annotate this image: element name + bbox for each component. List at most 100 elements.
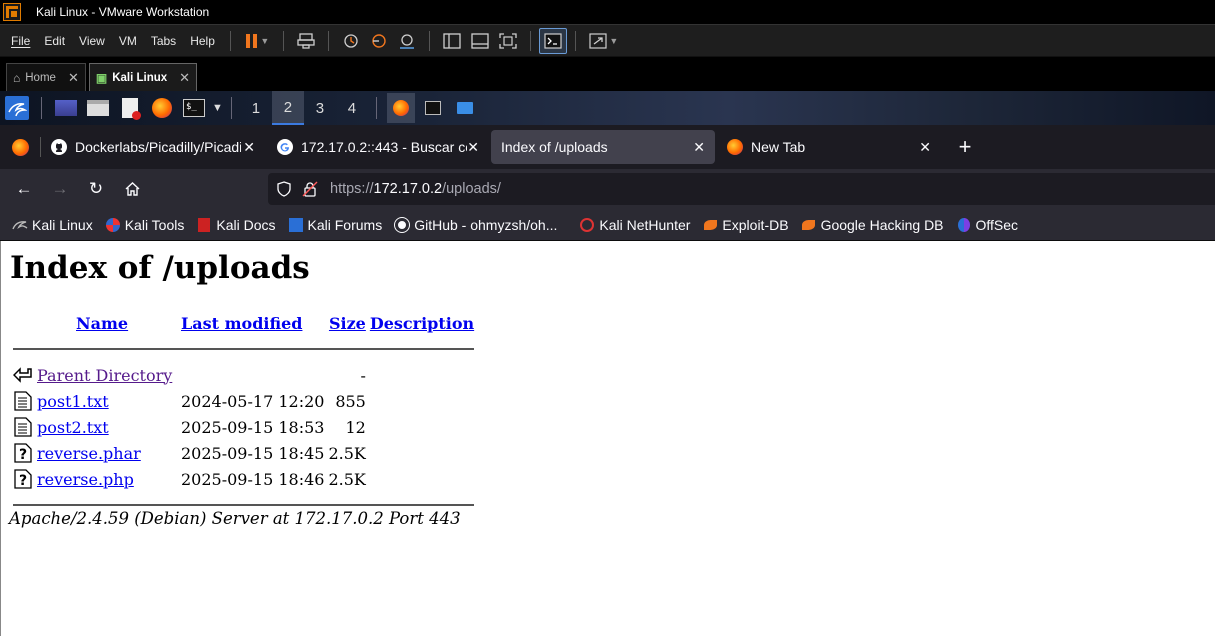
bookmark-kali-nethunter[interactable]: Kali NetHunter <box>573 212 696 238</box>
vmware-menu-bar: File Edit View VM Tabs Help ▼ ▼ <box>0 24 1215 57</box>
name-cell: reverse.phar <box>36 441 178 465</box>
bookmark-label: OffSec <box>975 216 1019 233</box>
forward-button[interactable]: → <box>42 173 78 205</box>
panel-divider <box>230 97 232 119</box>
bookmark-kali-docs[interactable]: Kali Docs <box>190 212 281 238</box>
console-view-icon[interactable] <box>538 27 567 54</box>
reload-button[interactable]: ↻ <box>78 173 114 205</box>
close-icon[interactable]: ✕ <box>68 70 79 86</box>
size-cell: 2.5K <box>328 443 366 463</box>
description-cell <box>369 389 475 413</box>
parent-directory-link[interactable]: Parent Directory <box>37 366 172 385</box>
workspace-2[interactable]: 2 <box>271 91 304 125</box>
lock-warning-icon[interactable] <box>302 181 318 197</box>
workspace-4[interactable]: 4 <box>336 91 368 125</box>
tab-index-uploads[interactable]: Index of /uploads ✕ <box>491 130 715 164</box>
exploit-db-icon <box>702 217 718 233</box>
workspace-1[interactable]: 1 <box>240 91 272 125</box>
vmware-title-bar: Kali Linux - VMware Workstation <box>0 0 1215 24</box>
icon-cell <box>12 363 34 387</box>
snapshot-icon[interactable] <box>337 28 365 54</box>
horizontal-rule <box>13 348 475 350</box>
description-column-header: Description <box>369 311 475 335</box>
firefox-icon <box>727 139 743 155</box>
revert-snapshot-icon[interactable] <box>365 28 393 54</box>
menu-view[interactable]: View <box>72 34 112 48</box>
sort-by-name-link[interactable]: Name <box>76 314 128 333</box>
file-link-reverse-php[interactable]: reverse.php <box>37 470 134 489</box>
menu-tabs[interactable]: Tabs <box>144 34 183 48</box>
menu-edit[interactable]: Edit <box>37 34 72 48</box>
new-tab-button[interactable]: + <box>947 131 983 163</box>
menu-file[interactable]: File <box>4 34 37 48</box>
firefox-icon[interactable] <box>150 96 174 120</box>
terminal-icon[interactable]: $_ <box>182 96 206 120</box>
url-path: /uploads/ <box>442 181 501 197</box>
table-row: ? reverse.phar 2025-09-15 18:45 2.5K <box>12 441 475 465</box>
file-link-post1[interactable]: post1.txt <box>37 392 109 411</box>
bookmark-label: GitHub - ohmyzsh/oh... <box>414 216 558 233</box>
tab-google-search[interactable]: 172.17.0.2::443 - Buscar con Google ✕ <box>267 130 489 164</box>
name-cell: reverse.php <box>36 467 178 491</box>
terminal-window-icon[interactable] <box>421 96 445 120</box>
sort-by-description-link[interactable]: Description <box>370 314 474 333</box>
description-cell <box>369 467 475 491</box>
close-tab-icon[interactable]: ✕ <box>467 139 479 156</box>
panel-divider <box>41 97 42 119</box>
pause-button[interactable]: ▼ <box>239 28 275 54</box>
tracking-protection-shield-icon[interactable] <box>276 181 292 197</box>
snapshot-manager-icon[interactable] <box>393 28 421 54</box>
back-button[interactable]: ← <box>6 173 42 205</box>
sort-by-modified-link[interactable]: Last modified <box>181 314 302 333</box>
tab-dockerlabs[interactable]: Dockerlabs/Picadilly/Picadilly ✕ <box>41 130 265 164</box>
bookmark-kali-linux[interactable]: Kali Linux <box>6 212 99 238</box>
show-desktop-icon[interactable] <box>54 96 78 120</box>
close-tab-icon[interactable]: ✕ <box>243 139 255 156</box>
bookmark-kali-tools[interactable]: Kali Tools <box>99 212 191 238</box>
sort-by-size-link[interactable]: Size <box>329 314 366 333</box>
description-cell <box>369 363 475 387</box>
send-ctrl-alt-del-icon[interactable] <box>292 28 320 54</box>
directory-listing-table: Name Last modified Size Description Pare… <box>10 309 477 519</box>
url-bar[interactable]: https://172.17.0.2/uploads/ <box>268 173 1215 205</box>
github-icon <box>394 216 411 233</box>
text-editor-icon[interactable] <box>118 96 142 120</box>
show-library-icon[interactable] <box>438 28 466 54</box>
close-tab-icon[interactable]: ✕ <box>693 139 705 156</box>
bookmark-exploit-db[interactable]: Exploit-DB <box>696 212 794 238</box>
firefox-view-icon[interactable] <box>0 131 40 163</box>
file-manager-icon[interactable] <box>86 96 110 120</box>
modified-cell: 2025-09-15 18:53 <box>181 417 325 437</box>
bookmark-kali-forums[interactable]: Kali Forums <box>282 212 389 238</box>
bookmark-github-ohmyzsh[interactable]: GitHub - ohmyzsh/oh... <box>388 212 563 238</box>
full-screen-icon[interactable] <box>494 28 522 54</box>
close-tab-icon[interactable]: ✕ <box>919 139 931 156</box>
chevron-down-icon[interactable]: ▼ <box>212 102 223 114</box>
folder-window-icon[interactable] <box>453 96 477 120</box>
kali-menu-icon[interactable] <box>5 96 29 120</box>
file-link-post2[interactable]: post2.txt <box>37 418 109 437</box>
stretch-guest-icon[interactable]: ▼ <box>584 28 624 54</box>
icon-cell: ? <box>12 467 34 491</box>
modified-cell <box>180 363 325 387</box>
close-icon[interactable]: ✕ <box>179 70 190 86</box>
vm-tab-kali-linux[interactable]: ▣ Kali Linux ✕ <box>88 63 198 91</box>
bookmark-offsec[interactable]: OffSec <box>950 212 1025 238</box>
kali-top-panel: $_ ▼ 1 2 3 4 <box>0 91 1215 125</box>
workspace-3[interactable]: 3 <box>304 91 336 125</box>
kali-dragon-icon <box>12 217 28 233</box>
toolbar-divider <box>327 30 329 51</box>
menu-vm[interactable]: VM <box>112 34 144 48</box>
offsec-icon <box>956 217 972 233</box>
home-button[interactable] <box>114 173 150 205</box>
menu-help[interactable]: Help <box>183 34 222 48</box>
vm-tab-home[interactable]: ⌂ Home ✕ <box>6 63 86 91</box>
toolbar-divider <box>428 30 430 51</box>
tab-new-tab[interactable]: New Tab ✕ <box>717 130 941 164</box>
firefox-window-icon[interactable] <box>386 93 415 123</box>
description-cell <box>369 441 475 465</box>
thumbnail-bar-icon[interactable] <box>466 28 494 54</box>
file-link-reverse-phar[interactable]: reverse.phar <box>37 444 141 463</box>
size-column-header: Size <box>327 311 366 335</box>
bookmark-google-hacking-db[interactable]: Google Hacking DB <box>795 212 950 238</box>
